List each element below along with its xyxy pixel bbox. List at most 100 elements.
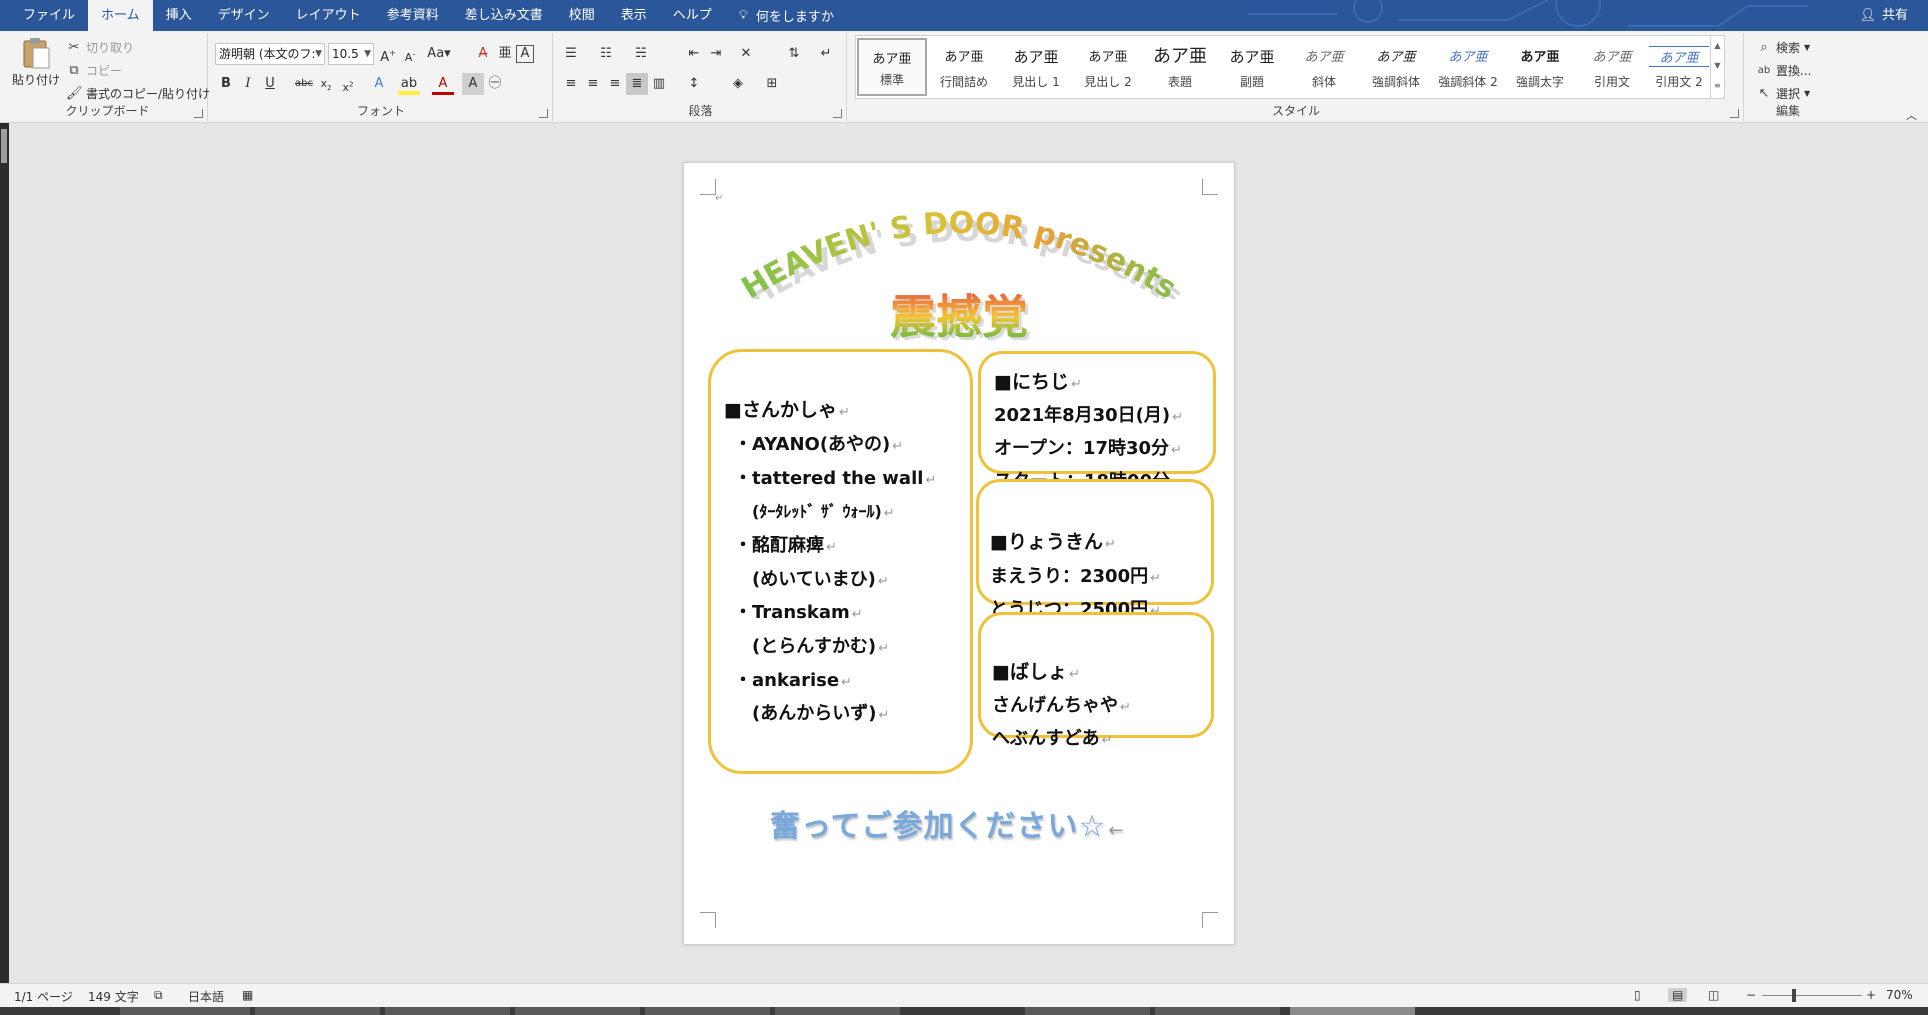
italic-button[interactable]: I (237, 73, 259, 95)
web-layout-button[interactable]: ◫ (1708, 988, 1719, 1002)
style-subtitle[interactable]: あア亜 副題 (1217, 38, 1287, 96)
styles-dialog-launcher[interactable] (1730, 109, 1739, 118)
tab-design[interactable]: デザイン (205, 0, 283, 31)
tab-layout[interactable]: レイアウト (283, 0, 374, 31)
taskbar-item[interactable] (1155, 1007, 1280, 1015)
underline-button[interactable]: U (259, 73, 281, 95)
shrink-font-button[interactable]: A- (399, 43, 421, 65)
clear-formatting-button[interactable]: A̶ (472, 43, 494, 65)
tab-help[interactable]: ヘルプ (660, 0, 725, 31)
phonetic-guide-button[interactable]: 亜 (494, 43, 516, 65)
shading-button[interactable]: ◈ (727, 73, 749, 95)
zoom-level[interactable]: 70% (1886, 988, 1913, 1002)
style-subtle-emphasis[interactable]: あア亜 斜体 (1289, 38, 1359, 96)
numbering-button[interactable]: ☷ (595, 43, 617, 65)
font-size-combo[interactable]: 10.5 ▼ (328, 43, 374, 65)
tab-home[interactable]: ホーム (88, 0, 153, 31)
grow-font-button[interactable]: A+ (377, 43, 399, 65)
enclose-characters-button[interactable]: A (516, 45, 534, 63)
tab-references[interactable]: 参考資料 (374, 0, 452, 31)
place-heading: ■ばしょ ↵ (992, 661, 1080, 683)
taskbar-item[interactable] (255, 1007, 380, 1015)
align-center-button[interactable]: ≡ (582, 73, 604, 95)
zoom-slider-thumb[interactable] (1792, 989, 1796, 1002)
subscript-button[interactable]: x2 (315, 73, 337, 95)
enclose-button[interactable]: ㊀ (484, 73, 506, 95)
style-title[interactable]: あア亜 表題 (1145, 38, 1215, 96)
gallery-up-icon[interactable]: ▲ (1711, 36, 1724, 56)
macro-icon[interactable]: ▦ (242, 988, 253, 1002)
show-marks-button[interactable]: ↵ (815, 43, 837, 65)
font-color-button[interactable]: A (432, 73, 454, 95)
strikethrough-button[interactable]: abc (293, 73, 315, 95)
character-shading-button[interactable]: A (462, 73, 484, 95)
line-spacing-button[interactable]: ↕ (683, 73, 705, 95)
paragraph-dialog-launcher[interactable] (833, 109, 842, 118)
distributed-button[interactable]: ▥ (648, 73, 670, 95)
gallery-scroll[interactable]: ▲ ▼ ≡ (1710, 36, 1724, 98)
cut-button[interactable]: ✂ 切り取り (66, 39, 134, 56)
copy-button[interactable]: ⧉ コピー (66, 62, 122, 79)
print-layout-button[interactable]: ▤ (1668, 988, 1688, 1002)
style-no-spacing[interactable]: あア亜 行間詰め (929, 38, 999, 96)
format-painter-button[interactable]: 🖌︎ 書式のコピー/貼り付け (66, 85, 210, 102)
language-indicator[interactable]: 日本語 (188, 988, 224, 1005)
font-name-combo[interactable]: 游明朝 (本文のフ: ▼ (215, 43, 325, 65)
tab-file[interactable]: ファイル (10, 0, 88, 31)
change-case-button[interactable]: Aa▾ (424, 43, 454, 65)
align-left-button[interactable]: ≡ (560, 73, 582, 95)
zoom-out-button[interactable]: − (1746, 988, 1756, 1002)
replace-button[interactable]: ab 置換... (1756, 62, 1812, 79)
taskbar-item[interactable] (385, 1007, 510, 1015)
taskbar-item[interactable] (775, 1007, 900, 1015)
multilevel-list-button[interactable]: ☵ (630, 43, 652, 65)
collapse-ribbon-button[interactable]: ︿ (1906, 107, 1917, 123)
justify-button[interactable]: ≣ (626, 73, 648, 95)
word-count[interactable]: 149 文字 (88, 988, 139, 1005)
style-heading-2[interactable]: あア亜 見出し 2 (1073, 38, 1143, 96)
style-emphasis[interactable]: あア亜 強調斜体 (1361, 38, 1431, 96)
sort-button[interactable]: ⇅ (783, 43, 805, 65)
taskbar-item[interactable] (120, 1007, 250, 1015)
tab-review[interactable]: 校閲 (556, 0, 608, 31)
find-button[interactable]: ⌕ 検索 ▼ (1756, 39, 1810, 56)
style-intense-emphasis[interactable]: あア亜 強調斜体 2 (1433, 38, 1503, 96)
increase-indent-button[interactable]: ⇥ (705, 43, 727, 65)
superscript-button[interactable]: x2 (337, 73, 359, 95)
bullets-button[interactable]: ☰ (560, 43, 582, 65)
taskbar-item-active[interactable] (1290, 1007, 1415, 1015)
style-normal[interactable]: あア亜 標準 (857, 38, 927, 96)
align-right-button[interactable]: ≡ (604, 73, 626, 95)
paste-button[interactable]: 貼り付け (12, 37, 60, 88)
bold-button[interactable]: B (215, 73, 237, 95)
gallery-down-icon[interactable]: ▼ (1711, 56, 1724, 76)
text-effects-button[interactable]: A (368, 73, 390, 95)
style-heading-1[interactable]: あア亜 見出し 1 (1001, 38, 1071, 96)
style-intense-quote[interactable]: あア亜 引用文 2 (1649, 38, 1709, 96)
proofing-icon[interactable]: ⧉ (154, 988, 163, 1003)
tab-mailings[interactable]: 差し込み文書 (452, 0, 556, 31)
ruler-thumb[interactable] (1, 129, 7, 163)
zoom-slider[interactable] (1762, 995, 1862, 996)
tell-me-search[interactable]: 💡︎ 何をしますか (725, 0, 848, 31)
taskbar-item[interactable] (645, 1007, 770, 1015)
style-strong[interactable]: あア亜 強調太字 (1505, 38, 1575, 96)
borders-button[interactable]: ⊞ (761, 73, 783, 95)
taskbar-item[interactable] (515, 1007, 640, 1015)
share-button[interactable]: 👤︎ 共有 (1859, 0, 1908, 31)
asian-layout-button[interactable]: ✕ (735, 43, 757, 65)
zoom-in-button[interactable]: + (1866, 988, 1876, 1002)
tab-insert[interactable]: 挿入 (153, 0, 205, 31)
taskbar-item[interactable] (1025, 1007, 1150, 1015)
clipboard-dialog-launcher[interactable] (194, 109, 203, 118)
highlight-button[interactable]: ab (398, 73, 420, 95)
select-button[interactable]: ↖ 選択 ▼ (1756, 85, 1811, 102)
page-count[interactable]: 1/1 ページ (14, 988, 73, 1005)
decrease-indent-button[interactable]: ⇤ (683, 43, 705, 65)
tab-view[interactable]: 表示 (608, 0, 660, 31)
gallery-more-icon[interactable]: ≡ (1711, 76, 1724, 96)
font-dialog-launcher[interactable] (539, 109, 548, 118)
style-quote[interactable]: あア亜 引用文 (1577, 38, 1647, 96)
read-mode-button[interactable]: ▯ (1634, 988, 1641, 1002)
document-page[interactable]: ↵ HEAVEN' S DOOR presents HEAVEN' S DOOR… (683, 162, 1235, 945)
